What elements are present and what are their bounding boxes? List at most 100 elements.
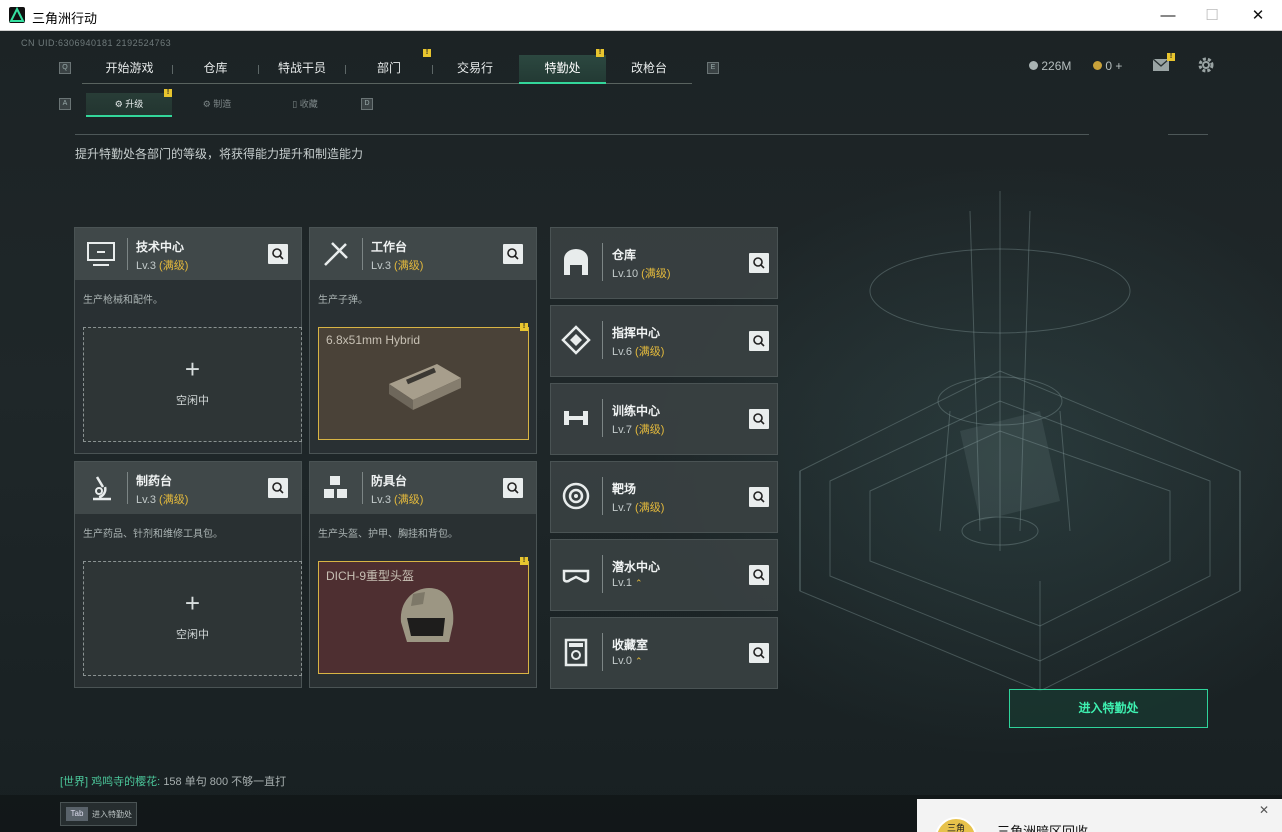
inspect-search-icon[interactable] [749, 409, 769, 429]
close-icon[interactable]: ✕ [1259, 803, 1269, 817]
tools-icon [320, 239, 352, 269]
subtab-craft[interactable]: ⚙ 制造 [174, 93, 260, 117]
room-level: Lv.0 ⌃ [612, 655, 643, 667]
microscope-icon [85, 473, 117, 503]
currency-display[interactable]: 226M [1029, 59, 1071, 73]
tab-warehouse[interactable]: 仓库 [176, 55, 255, 84]
tab-department[interactable]: 部门 [349, 55, 429, 84]
maximize-button[interactable]: ☐ [1189, 0, 1235, 31]
inspect-search-icon[interactable] [749, 643, 769, 663]
room-shooting-range[interactable]: 靶场 Lv.7 (满级) [550, 461, 778, 533]
card-description: 生产药品、针剂和维修工具包。 [83, 529, 223, 540]
inspect-search-icon[interactable] [749, 331, 769, 351]
warehouse-icon [561, 247, 591, 277]
divider [75, 134, 1089, 135]
divider [602, 477, 603, 515]
level-value: Lv.3 [371, 260, 391, 272]
room-title: 靶场 [612, 482, 637, 496]
settings-gear-icon[interactable] [1197, 56, 1215, 74]
product-name: DICH-9重型头盔 [326, 569, 415, 583]
chat-message[interactable]: [世界] 鸡鸣寺的樱花: 158 单句 800 不够一直打 [60, 773, 286, 789]
production-slot[interactable]: 6.8x51mm Hybrid [318, 327, 529, 440]
card-description: 生产枪械和配件。 [83, 295, 163, 306]
tab-separator [345, 65, 346, 74]
main-nav: 开始游戏 仓库 特战干员 部门 交易行 特勤处 改枪台 [82, 55, 692, 84]
room-warehouse[interactable]: 仓库 Lv.10 (满级) [550, 227, 778, 299]
product-name: 6.8x51mm Hybrid [326, 333, 421, 347]
subtab-collection[interactable]: ▯ 收藏 [262, 93, 348, 117]
notification-badge: ! [520, 557, 528, 565]
card-tech-center[interactable]: 技术中心 Lv.3 (满级) 生产枪械和配件。 + 空闲中 [74, 227, 302, 454]
coin-display[interactable]: 0 + [1093, 59, 1122, 73]
upgrade-icon: ⚙ [114, 99, 126, 109]
idle-slot[interactable]: + 空闲中 [83, 561, 302, 676]
key-hint-q: Q [59, 62, 71, 74]
subtab-upgrade[interactable]: ⚙ 升级 [86, 93, 172, 117]
close-window-button[interactable]: ✕ [1235, 0, 1281, 31]
window-title: 三角洲行动 [32, 11, 98, 26]
room-level: Lv.6 (满级) [612, 343, 664, 359]
tab-gunsmith[interactable]: 改枪台 [609, 55, 689, 84]
card-level: Lv.3 (满级) [136, 257, 188, 273]
level-value: Lv.3 [371, 494, 391, 506]
divider [602, 555, 603, 593]
add-coin-button[interactable]: + [1115, 59, 1122, 73]
production-slot[interactable]: DICH-9重型头盔 [318, 561, 529, 674]
room-level: Lv.10 (满级) [612, 265, 670, 281]
max-level-tag: (满级) [635, 424, 665, 436]
room-title: 仓库 [612, 248, 637, 262]
inspect-search-icon[interactable] [268, 478, 288, 498]
page-description: 提升特勤处各部门的等级，将获得能力提升和制造能力 [75, 147, 364, 161]
max-level-tag: (满级) [635, 346, 665, 358]
card-armor-bench[interactable]: 防具台 Lv.3 (满级) 生产头盔、护甲、胸挂和背包。 DICH-9重型头盔 … [309, 461, 537, 688]
inspect-search-icon[interactable] [268, 244, 288, 264]
card-workbench[interactable]: 工作台 Lv.3 (满级) 生产子弹。 6.8x51mm Hybrid ! [309, 227, 537, 454]
tab-operators[interactable]: 特战干员 [262, 55, 342, 84]
command-center-icon [561, 325, 591, 355]
room-training-center[interactable]: 训练中心 Lv.7 (满级) [550, 383, 778, 455]
inspect-search-icon[interactable] [503, 478, 523, 498]
target-icon [561, 481, 591, 511]
notification-popup[interactable]: 三角 三角洲暗区回收 ✕ [917, 799, 1282, 832]
notification-logo: 三角 [935, 817, 977, 832]
card-header: 制药台 Lv.3 (满级) [75, 462, 301, 514]
max-level-tag: (满级) [394, 494, 424, 506]
armor-blocks-icon [320, 473, 352, 503]
card-level: Lv.3 (满级) [371, 257, 423, 273]
add-icon: + [184, 588, 201, 618]
idle-slot[interactable]: + 空闲中 [83, 327, 302, 442]
inspect-search-icon[interactable] [749, 565, 769, 585]
room-diving-center[interactable]: 潜水中心 Lv.1 ⌃ [550, 539, 778, 611]
card-header: 工作台 Lv.3 (满级) [310, 228, 536, 280]
tab-start-game[interactable]: 开始游戏 [90, 55, 169, 84]
room-command-center[interactable]: 指挥中心 Lv.6 (满级) [550, 305, 778, 377]
max-level-tag: (满级) [159, 494, 189, 506]
inspect-search-icon[interactable] [503, 244, 523, 264]
key-hint-d: D [361, 98, 373, 110]
enter-special-ops-button[interactable]: 进入特勤处 [1009, 689, 1208, 728]
level-value: Lv.1 [612, 577, 632, 589]
slot-status: 空闲中 [176, 629, 209, 641]
inspect-search-icon[interactable] [749, 487, 769, 507]
notification-badge: ! [596, 49, 604, 57]
level-value: Lv.6 [612, 346, 632, 358]
ammo-box-image [389, 364, 461, 410]
minimize-button[interactable]: — [1145, 0, 1191, 31]
room-collection[interactable]: 收藏室 Lv.0 ⌃ [550, 617, 778, 689]
card-pharmacy[interactable]: 制药台 Lv.3 (满级) 生产药品、针剂和维修工具包。 + 空闲中 [74, 461, 302, 688]
tab-market[interactable]: 交易行 [435, 55, 515, 84]
tab-special-ops[interactable]: 特勤处 [519, 55, 606, 84]
level-value: Lv.3 [136, 260, 156, 272]
tab-shortcut-hint[interactable]: Tab 进入特勤处 [60, 802, 137, 826]
divider [602, 321, 603, 359]
card-header: 技术中心 Lv.3 (满级) [75, 228, 301, 280]
card-title: 防具台 [371, 474, 408, 488]
notification-title: 三角洲暗区回收 [997, 824, 1089, 832]
computer-icon [85, 239, 117, 269]
subtab-label: 制造 [213, 99, 232, 109]
room-title: 指挥中心 [612, 326, 661, 340]
tab-key-icon: Tab [66, 807, 88, 821]
inspect-search-icon[interactable] [749, 253, 769, 273]
max-level-tag: (满级) [641, 268, 671, 280]
craft-icon: ⚙ [202, 99, 214, 109]
